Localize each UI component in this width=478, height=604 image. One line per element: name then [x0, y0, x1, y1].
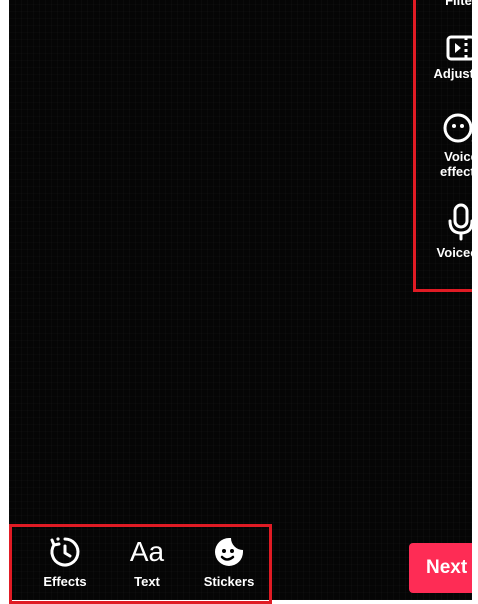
tool-stickers[interactable]: Stickers: [194, 534, 264, 589]
rail-item-filter[interactable]: Filter: [426, 0, 478, 8]
effects-timer-icon: [50, 537, 80, 567]
tool-text[interactable]: Aa Text: [112, 534, 182, 589]
tool-effects[interactable]: Effects: [30, 534, 100, 589]
video-preview: [9, 0, 472, 600]
stickers-label: Stickers: [203, 574, 255, 589]
text-aa-icon: Aa: [129, 536, 165, 567]
filter-label: Filter: [445, 0, 477, 8]
next-button[interactable]: Next: [409, 543, 478, 593]
rail-item-voiceover[interactable]: Voiceov: [426, 203, 478, 260]
sticker-icon: [215, 538, 243, 566]
text-label: Text: [134, 574, 160, 589]
adjust-clips-label: Adjust cl: [433, 66, 478, 81]
rail-item-adjust-clips[interactable]: Adjust cl: [426, 34, 478, 81]
voiceover-label: Voiceov: [436, 245, 478, 260]
rail-item-voice-effects[interactable]: Voice effects: [426, 111, 478, 179]
voice-effects-label: Voice effects: [440, 149, 478, 179]
right-edge-strip: [472, 0, 478, 604]
effects-label: Effects: [43, 574, 87, 589]
